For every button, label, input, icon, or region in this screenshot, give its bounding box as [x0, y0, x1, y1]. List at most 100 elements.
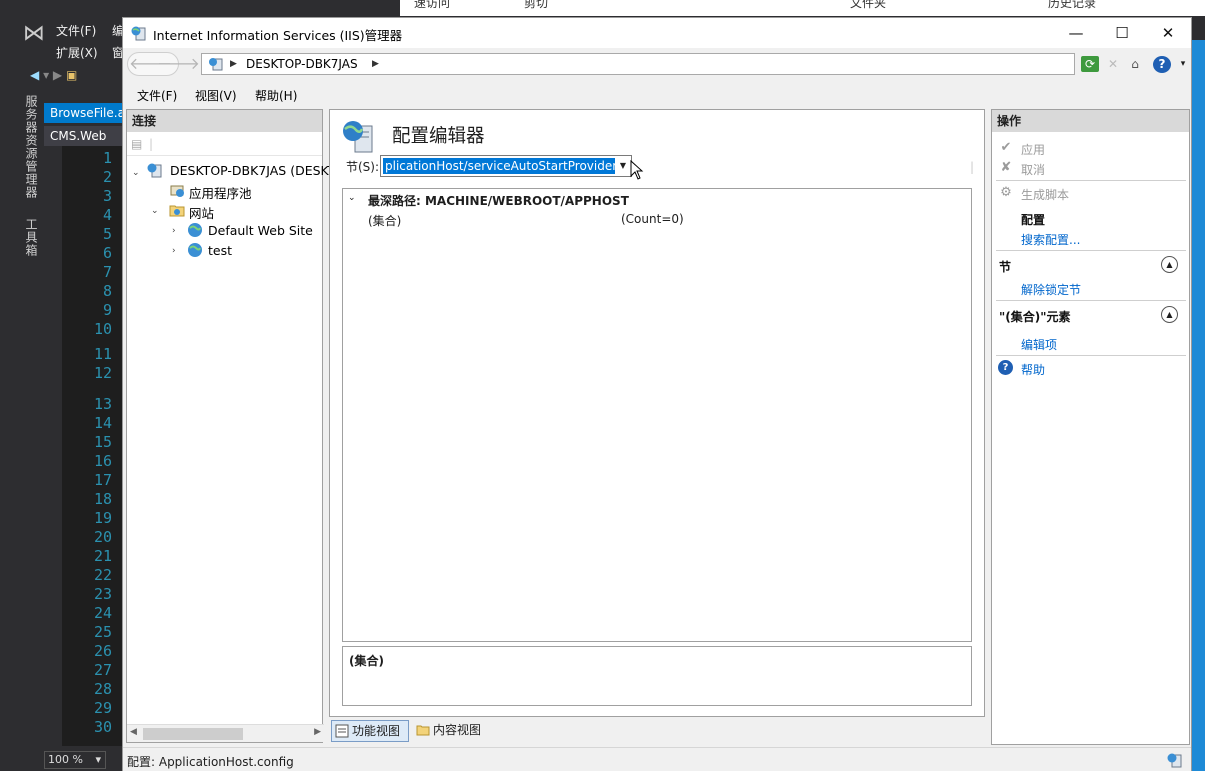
- vs-menu-extensions[interactable]: 扩展(X): [56, 44, 98, 61]
- globe-icon: [188, 243, 202, 257]
- tree-node-server[interactable]: DESKTOP-DBK7JAS (DESKT: [170, 163, 335, 178]
- action-edit-items[interactable]: 编辑项: [1021, 336, 1057, 353]
- tree-node-sites[interactable]: 网站: [189, 203, 214, 222]
- sites-folder-icon: [169, 205, 185, 217]
- desktop-edge: [1192, 40, 1205, 771]
- tab-features-view[interactable]: 功能视图: [331, 720, 409, 742]
- address-node[interactable]: DESKTOP-DBK7JAS: [246, 57, 358, 71]
- breadcrumb-arrow-icon[interactable]: ▶: [230, 55, 237, 73]
- maximize-button[interactable]: ☐: [1099, 18, 1145, 48]
- status-bar: 配置: ApplicationHost.config: [123, 747, 1191, 771]
- action-cancel[interactable]: 取消: [1021, 161, 1045, 178]
- toolbar-separator: |: [149, 137, 154, 151]
- server-explorer-tab[interactable]: 服务器资源管理器: [24, 95, 38, 199]
- property-value[interactable]: (Count=0): [621, 212, 684, 226]
- chevron-down-icon[interactable]: ▾: [1173, 54, 1193, 74]
- refresh-icon[interactable]: ⟳: [1081, 56, 1099, 72]
- content-view-icon: [416, 725, 430, 736]
- tree-node-app-pools[interactable]: 应用程序池: [189, 183, 252, 202]
- divider: [996, 300, 1186, 301]
- minimize-button[interactable]: —: [1053, 18, 1099, 48]
- menu-view[interactable]: 视图(V): [195, 87, 237, 104]
- vs-editor-tab-cmsweb[interactable]: CMS.Web: [44, 126, 122, 146]
- property-grid: ⌄ 最深路径: MACHINE/WEBROOT/APPHOST (集合) (Co…: [342, 188, 972, 642]
- forward-arrow-icon[interactable]: 🡒: [157, 54, 200, 74]
- action-generate-script[interactable]: 生成脚本: [1021, 186, 1069, 203]
- expand-icon[interactable]: ›: [172, 226, 176, 236]
- expand-icon[interactable]: ›: [172, 246, 176, 256]
- dropdown-icon[interactable]: ▾: [43, 68, 49, 82]
- vs-menu-file[interactable]: 文件(F): [56, 22, 96, 39]
- forward-icon[interactable]: ▶: [53, 68, 62, 82]
- actions-header: 操作: [992, 110, 1189, 132]
- line-number: 28: [93, 680, 112, 698]
- property-name[interactable]: (集合): [368, 212, 401, 229]
- scroll-right-icon[interactable]: ▶: [314, 727, 321, 737]
- tree-node-default-web-site[interactable]: Default Web Site: [208, 223, 313, 238]
- connections-header: 连接: [127, 110, 322, 132]
- new-item-icon[interactable]: ▣: [66, 68, 77, 82]
- property-description: (集合): [342, 646, 972, 706]
- line-number: 25: [93, 623, 112, 641]
- collapse-icon[interactable]: ⌄: [151, 206, 159, 216]
- toolbox-tab[interactable]: 工具箱: [23, 218, 40, 257]
- breadcrumb-arrow-icon[interactable]: ▶: [372, 55, 379, 73]
- features-view-icon: [335, 724, 349, 738]
- line-number: 21: [93, 547, 112, 565]
- home-icon[interactable]: ⌂: [1125, 54, 1145, 74]
- toolbar-separator: |: [970, 160, 975, 174]
- line-number: 2: [102, 168, 112, 186]
- action-search-config[interactable]: 搜索配置...: [1021, 231, 1080, 248]
- collapse-icon[interactable]: ⌄: [348, 193, 356, 203]
- divider: [996, 250, 1186, 251]
- scrollbar-thumb[interactable]: [143, 728, 243, 740]
- section-select-value[interactable]: plicationHost/serviceAutoStartProviders: [383, 158, 615, 174]
- line-number: 27: [93, 661, 112, 679]
- zoom-select[interactable]: 100 % ▾: [44, 751, 106, 769]
- cancel-icon: ✘: [1000, 160, 1012, 175]
- close-button[interactable]: ✕: [1145, 18, 1191, 48]
- help-icon: ?: [998, 360, 1013, 375]
- line-number: 17: [93, 471, 112, 489]
- background-explorer-ribbon: 速访问 剪切 文件夹 历史记录: [400, 0, 1205, 16]
- status-text: 配置: ApplicationHost.config: [127, 755, 294, 769]
- server-status-icon: [1167, 753, 1182, 768]
- ribbon-item: 文件夹: [850, 0, 887, 10]
- connect-icon[interactable]: ▤: [131, 137, 142, 151]
- scroll-left-icon[interactable]: ◀: [130, 727, 137, 737]
- collapse-icon[interactable]: ⌄: [132, 168, 140, 178]
- tab-label: 功能视图: [352, 724, 401, 738]
- help-icon[interactable]: ?: [1153, 56, 1171, 73]
- action-apply[interactable]: 应用: [1021, 141, 1045, 158]
- line-number: 20: [93, 528, 112, 546]
- back-arrow-icon[interactable]: 🡐: [129, 54, 172, 74]
- vs-editor-tab-browsefile[interactable]: BrowseFile.a: [44, 103, 122, 123]
- line-number: 30: [93, 718, 112, 736]
- divider: [996, 180, 1186, 181]
- collapse-collection-button[interactable]: ▲: [1161, 306, 1178, 323]
- section-heading: 节: [999, 260, 1012, 274]
- line-number: 13: [93, 395, 112, 413]
- menu-help[interactable]: 帮助(H): [255, 87, 297, 104]
- action-help[interactable]: 帮助: [1021, 361, 1045, 378]
- action-unlock-section[interactable]: 解除锁定节: [1021, 281, 1081, 298]
- visual-studio-logo-icon: ⋈: [23, 21, 45, 46]
- tab-content-view[interactable]: 内容视图: [413, 720, 493, 742]
- tree-node-test[interactable]: test: [208, 243, 232, 258]
- line-number: 6: [102, 244, 112, 262]
- address-bar[interactable]: ▶ DESKTOP-DBK7JAS ▶: [201, 53, 1075, 75]
- globe-icon: [188, 223, 202, 237]
- ribbon-item: 剪切: [524, 0, 549, 10]
- line-number: 9: [102, 301, 112, 319]
- title-bar[interactable]: Internet Information Services (IIS)管理器 —…: [123, 18, 1191, 48]
- collapse-section-button[interactable]: ▲: [1161, 256, 1178, 273]
- line-number: 11: [93, 345, 112, 363]
- horizontal-scrollbar[interactable]: ◀ ▶: [127, 724, 324, 742]
- menu-file[interactable]: 文件(F): [137, 87, 177, 104]
- stop-icon[interactable]: ✕: [1103, 54, 1123, 74]
- section-select[interactable]: plicationHost/serviceAutoStartProviders …: [380, 155, 632, 177]
- chevron-down-icon[interactable]: ▼: [615, 156, 631, 176]
- iis-manager-window: Internet Information Services (IIS)管理器 —…: [122, 17, 1192, 771]
- back-icon[interactable]: ◀: [30, 68, 39, 82]
- section-label: 节(S):: [346, 160, 380, 174]
